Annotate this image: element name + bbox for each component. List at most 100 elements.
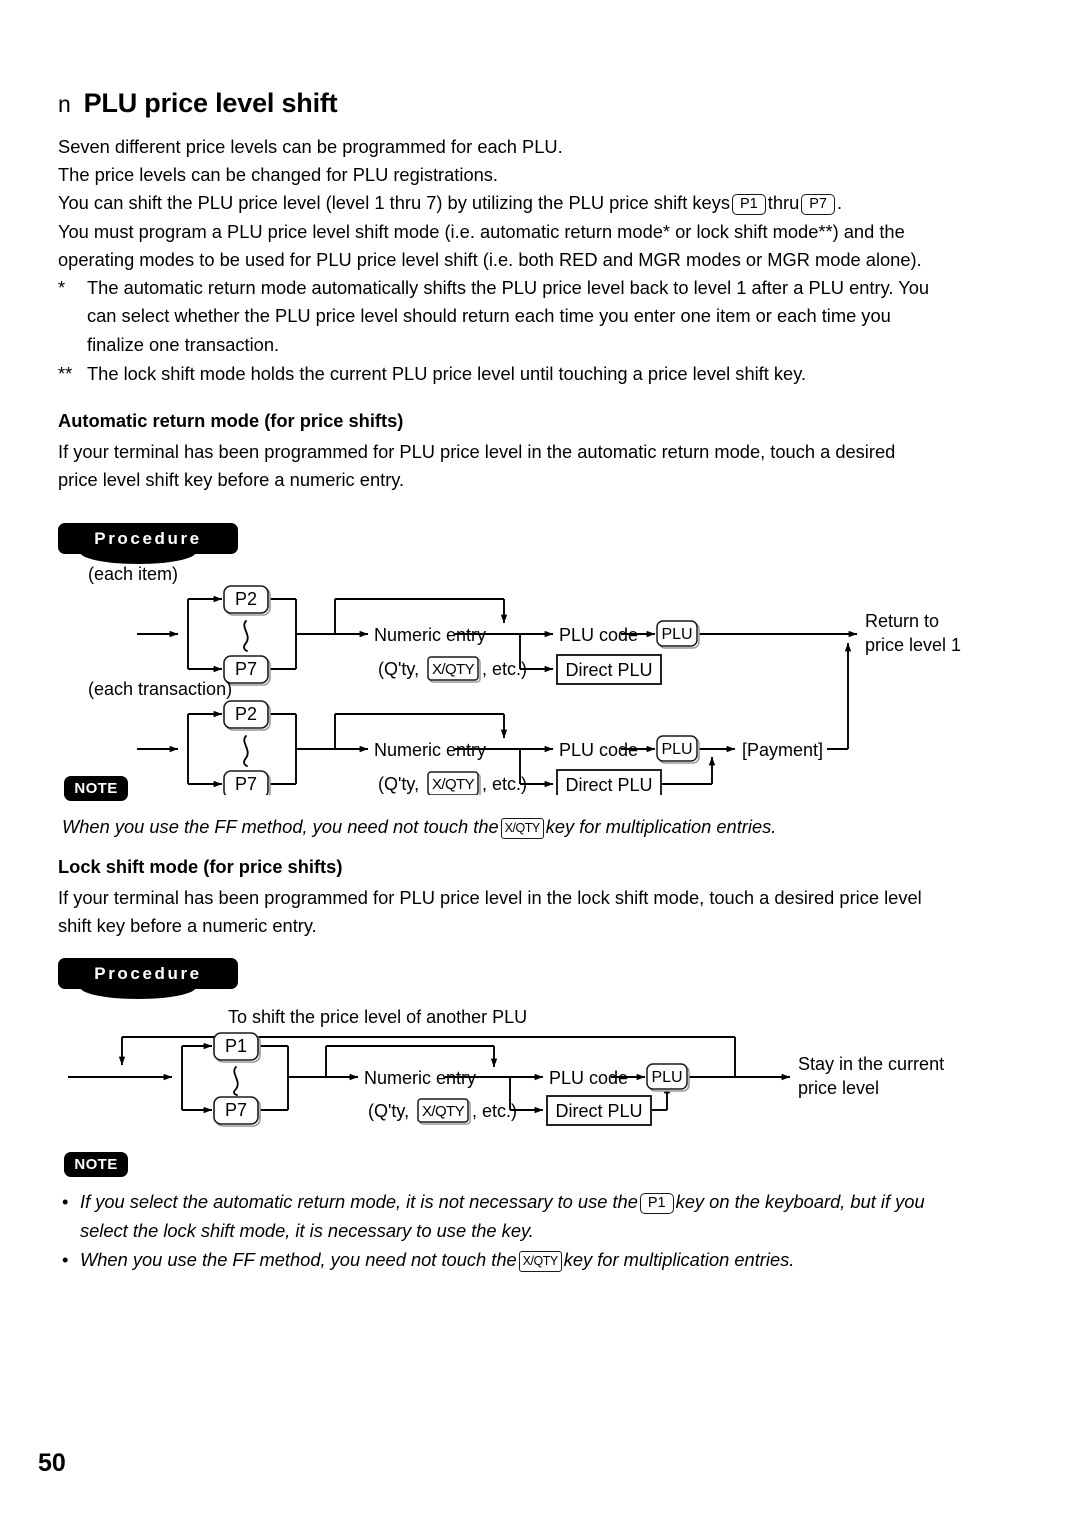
intro-line-2: The price levels can be changed for PLU …	[58, 161, 498, 189]
flow1-result-line-1: Return to	[865, 611, 939, 631]
note-1-text-a: When you use the FF method, you need not…	[62, 816, 499, 837]
flow2-loop-caption: To shift the price level of another PLU	[228, 1007, 527, 1027]
intro-text-2: The price levels can be changed for PLU …	[58, 164, 498, 185]
footnote-marker-2: **	[58, 363, 73, 384]
flow2-plu-key-label: PLU	[651, 1069, 682, 1086]
flow1-direct-plu-box: Direct PLU	[556, 654, 662, 685]
flow2-key-plu: PLU	[646, 1063, 690, 1092]
note-badge-2: NOTE	[64, 1152, 128, 1177]
flow1-row2-xqty-label: X/QTY	[432, 776, 475, 793]
flow1-key-xqty: X/QTY	[427, 656, 481, 683]
intro-text-3a: You can shift the PLU price level (level…	[58, 192, 730, 213]
flow1-payment-label: [Payment]	[742, 740, 823, 760]
subhead-automatic-return-mode: Automatic return mode (for price shifts)	[58, 410, 404, 431]
flow1-qty-suffix: , etc.)	[482, 659, 527, 679]
intro-line-4: You must program a PLU price level shift…	[58, 218, 905, 246]
flow1-row2-key-plu: PLU	[656, 735, 700, 764]
flow1-row2-qty-suffix: , etc.)	[482, 774, 527, 794]
key-p1-inline[interactable]: P1	[732, 194, 766, 215]
note-2-bullet-1-text-a: If you select the automatic return mode,…	[80, 1191, 638, 1212]
flow1-row2-plu-code-label: PLU code	[559, 740, 638, 760]
intro-line-5: operating modes to be used for PLU price…	[58, 246, 922, 274]
flow2-direct-plu-box: Direct PLU	[546, 1095, 652, 1126]
note-2-bullet-2-dot: •	[62, 1249, 69, 1270]
note-2-key-xqty[interactable]: X/QTY	[518, 1251, 562, 1272]
note-2-bullet-2-text-b: key for multiplication entries.	[563, 1249, 795, 1270]
flow1-row2-key-xqty: X/QTY	[427, 771, 481, 795]
flow2-key-xqty: X/QTY	[417, 1098, 471, 1125]
section-bullet-glyph: n	[58, 91, 71, 117]
intro-line-1: Seven different price levels can be prog…	[58, 133, 563, 161]
note-2-bullet-2-text-a: When you use the FF method, you need not…	[80, 1249, 517, 1270]
footnote-2-line-1: The lock shift mode holds the current PL…	[87, 363, 807, 384]
note-2-bullet-2-line-1: When you use the FF method, you need not…	[80, 1245, 794, 1274]
flow1-caption-each-transaction: (each transaction)	[88, 679, 232, 699]
flow1-qty-prefix: (Q'ty,	[378, 659, 419, 679]
lock-shift-line-2: shift key before a numeric entry.	[58, 915, 317, 936]
subhead-lock-shift-mode: Lock shift mode (for price shifts)	[58, 856, 343, 877]
note-2-bullet-1-text-b: key on the keyboard, but if you	[675, 1191, 925, 1212]
auto-return-line-2: price level shift key before a numeric e…	[58, 469, 405, 490]
flow1-key-plu: PLU	[656, 620, 700, 649]
flow1-caption-each-item: (each item)	[88, 565, 178, 584]
footnote-1-line-3: finalize one transaction.	[87, 333, 280, 355]
intro-line-3: You can shift the PLU price level (level…	[58, 189, 842, 217]
page-title: n PLU price level shift	[58, 88, 338, 119]
flow1-row2-direct-plu-label: Direct PLU	[565, 775, 652, 795]
flow1-row2-key-bottom-label: P7	[235, 774, 257, 794]
flowchart-automatic-return: P2 P7 P2 P7 (each item) (each transactio…	[0, 565, 1080, 795]
flow1-direct-plu-label: Direct PLU	[565, 660, 652, 680]
flow2-key-top-label: P1	[225, 1036, 247, 1056]
intro-text-4: You must program a PLU price level shift…	[58, 221, 905, 242]
flow1-numeric-entry-label: Numeric entry	[374, 625, 486, 645]
procedure-banner-lock-shift: Procedure	[58, 958, 238, 999]
note-2-bullet-1-line-2: select the lock shift mode, it is necess…	[80, 1220, 534, 1241]
flow1-row2-direct-plu-box: Direct PLU	[556, 769, 662, 795]
flow1-plu-code-label: PLU code	[559, 625, 638, 645]
key-p7-inline[interactable]: P7	[801, 194, 836, 215]
flow1-row2-qty-prefix: (Q'ty,	[378, 774, 419, 794]
lock-shift-line-1: If your terminal has been programmed for…	[58, 887, 922, 908]
continuation-squiggle-1	[243, 620, 249, 652]
procedure-banner-automatic: Procedure	[58, 523, 238, 564]
flow2-qty-prefix: (Q'ty,	[368, 1101, 409, 1121]
flow2-key-bottom-label: P7	[225, 1100, 247, 1120]
intro-text-5: operating modes to be used for PLU price…	[58, 249, 922, 270]
flow1-plu-key-label: PLU	[661, 626, 692, 643]
intro-text-3b: thru	[767, 192, 800, 213]
note-2-bullet-1: • If you select the automatic return mod…	[62, 1187, 925, 1245]
flow-key-p7-row2: P7	[223, 770, 271, 795]
note-2-bullet-2: • When you use the FF method, you need n…	[62, 1245, 794, 1274]
flow2-key-p7: P7	[213, 1096, 261, 1127]
auto-return-line-1: If your terminal has been programmed for…	[58, 441, 896, 462]
note-1-key-xqty[interactable]: X/QTY	[500, 818, 544, 839]
manual-page: n PLU price level shift Seven different p…	[0, 0, 1080, 1526]
flow1-key-top-label: P2	[235, 589, 257, 609]
flow2-numeric-entry-label: Numeric entry	[364, 1068, 476, 1088]
flow1-xqty-label: X/QTY	[432, 661, 475, 678]
flow-key-p2-row2: P2	[223, 700, 271, 731]
continuation-squiggle-3	[233, 1066, 239, 1096]
flow1-row2-numeric-entry-label: Numeric entry	[374, 740, 486, 760]
note-badge-1: NOTE	[64, 776, 128, 801]
footnote-single-asterisk: * The automatic return mode automaticall…	[58, 274, 929, 359]
flow1-row2-plu-key-label: PLU	[661, 741, 692, 758]
footnote-1-line-2: can select whether the PLU price level s…	[87, 305, 891, 327]
procedure-banner-label-1: Procedure	[94, 529, 202, 548]
flowchart-lock-shift: To shift the price level of another PLU …	[0, 1005, 1080, 1140]
flow1-result-line-2: price level 1	[865, 635, 961, 655]
flow-key-p2-row1: P2	[223, 585, 271, 616]
flow2-key-p1: P1	[213, 1032, 261, 1063]
flow2-xqty-label: X/QTY	[422, 1103, 465, 1120]
note-1-text: When you use the FF method, you need not…	[62, 812, 776, 841]
flow1-key-bottom-label: P7	[235, 659, 257, 679]
footnote-1-line-1: The automatic return mode automatically …	[87, 277, 930, 298]
footnote-marker-1: *	[58, 277, 66, 298]
flow2-result-line-2: price level	[798, 1078, 879, 1098]
flow2-direct-plu-label: Direct PLU	[555, 1101, 642, 1121]
flow2-qty-suffix: , etc.)	[472, 1101, 517, 1121]
note-2-key-p1[interactable]: P1	[639, 1193, 674, 1214]
procedure-banner-label-2: Procedure	[94, 964, 202, 983]
note-2-bullet-1-line-1: If you select the automatic return mode,…	[80, 1187, 925, 1216]
section-title-text: PLU price level shift	[83, 88, 338, 118]
